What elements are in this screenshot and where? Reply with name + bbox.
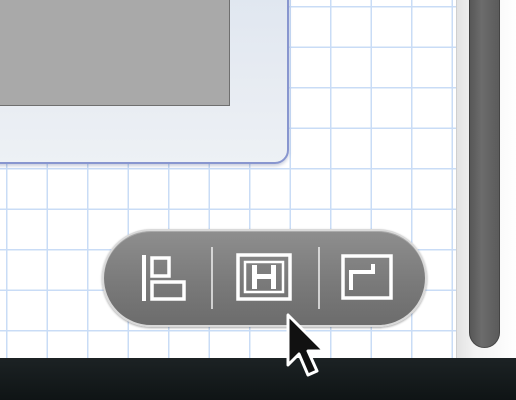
panel-content-view[interactable]	[0, 0, 230, 106]
vertical-scrollbar[interactable]	[456, 0, 516, 358]
arrow-cursor-icon	[284, 313, 330, 383]
scrollbar-thumb[interactable]	[469, 0, 500, 348]
align-top-right-icon	[331, 245, 403, 311]
hud-separator	[211, 247, 213, 309]
dock-bar	[0, 358, 516, 400]
hud-separator	[318, 247, 320, 309]
alignment-hud	[102, 229, 427, 327]
align-top-right-button[interactable]	[331, 245, 403, 311]
align-center-button[interactable]	[228, 245, 300, 311]
align-left-icon	[128, 245, 200, 311]
align-center-icon	[228, 245, 300, 311]
align-left-button[interactable]	[128, 245, 200, 311]
selected-panel[interactable]	[0, 0, 289, 164]
